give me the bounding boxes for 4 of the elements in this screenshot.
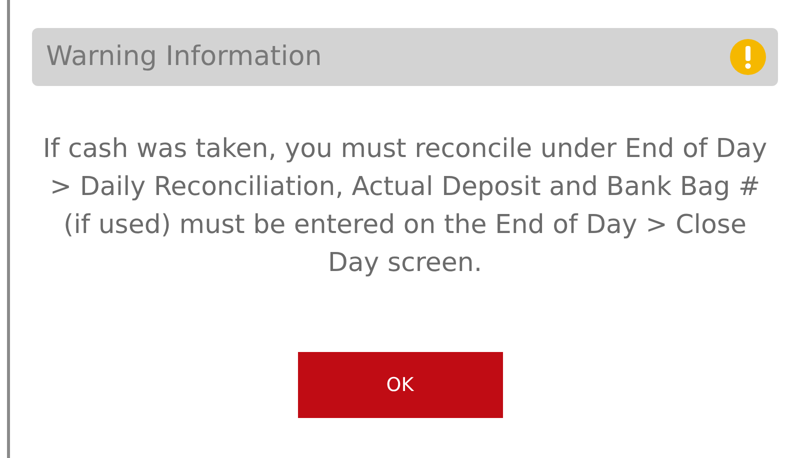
warning-icon [730, 39, 766, 75]
ok-button[interactable]: OK [298, 352, 502, 418]
dialog-title: Warning Information [46, 40, 322, 74]
warning-message: If cash was taken, you must reconcile under End of Day > Daily Reconciliation, Actual Deposit and Bank Bag # (if used) must be entered on the End of Day > Close Day screen. [42, 133, 768, 280]
